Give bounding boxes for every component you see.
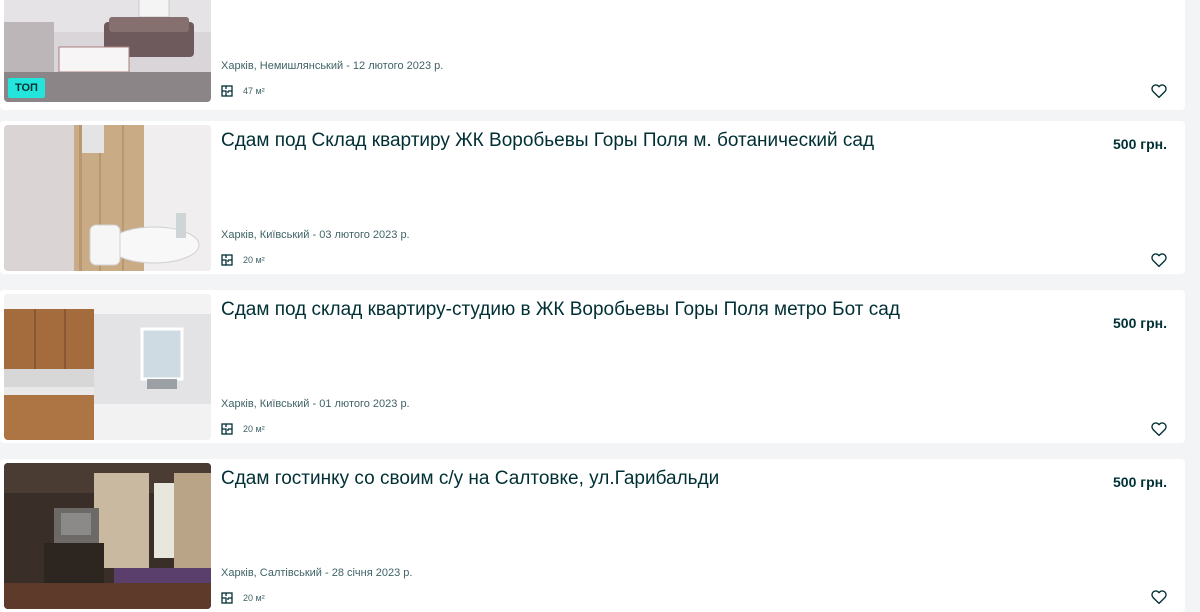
- listing-area-value: 20 м²: [243, 255, 265, 265]
- listing-card[interactable]: Сдам под Склад квартиру ЖК Воробьевы Гор…: [0, 121, 1185, 274]
- listing-location-date: Харків, Київський - 01 лютого 2023 р.: [221, 398, 410, 410]
- heart-outline-icon[interactable]: [1150, 82, 1168, 100]
- heart-outline-icon[interactable]: [1150, 420, 1168, 438]
- floor-plan-icon: [221, 423, 233, 435]
- top-badge: ТОП: [8, 78, 45, 98]
- listing-photo[interactable]: [4, 463, 211, 609]
- studio-kitchen-photo: [4, 294, 211, 440]
- listing-area: 47 м²: [221, 85, 265, 97]
- bathroom-photo: [4, 125, 211, 271]
- listing-card[interactable]: Сдам гостинку со своим с/у на Салтовке, …: [0, 459, 1185, 612]
- listing-area: 20 м²: [221, 423, 265, 435]
- listing-price: 500 грн.: [1113, 315, 1167, 331]
- floor-plan-icon: [221, 85, 233, 97]
- heart-outline-icon[interactable]: [1150, 588, 1168, 606]
- listing-photo[interactable]: [4, 125, 211, 271]
- bedroom-photo: [4, 463, 211, 609]
- listing-price: 500 грн.: [1113, 474, 1167, 490]
- listing-photo[interactable]: ТОП: [4, 0, 211, 102]
- listing-area: 20 м²: [221, 254, 265, 266]
- listing-title[interactable]: Сдам под Склад квартиру ЖК Воробьевы Гор…: [221, 130, 901, 152]
- listing-area-value: 20 м²: [243, 593, 265, 603]
- listing-title[interactable]: Сдам под склад квартиру-студию в ЖК Воро…: [221, 299, 901, 321]
- listing-location-date: Харків, Немишлянський - 12 лютого 2023 р…: [221, 60, 444, 72]
- listing-area-value: 47 м²: [243, 86, 265, 96]
- listing-location-date: Харків, Салтівський - 28 січня 2023 р.: [221, 567, 413, 579]
- floor-plan-icon: [221, 254, 233, 266]
- listing-card[interactable]: ТОП Харків, Немишлянський - 12 лютого 20…: [0, 0, 1185, 110]
- floor-plan-icon: [221, 592, 233, 604]
- listing-area: 20 м²: [221, 592, 265, 604]
- heart-outline-icon[interactable]: [1150, 251, 1168, 269]
- listing-location-date: Харків, Київський - 03 лютого 2023 р.: [221, 229, 410, 241]
- listing-price: 500 грн.: [1113, 136, 1167, 152]
- listing-card[interactable]: Сдам под склад квартиру-студию в ЖК Воро…: [0, 290, 1185, 443]
- listing-title[interactable]: Сдам гостинку со своим с/у на Салтовке, …: [221, 468, 901, 490]
- listing-photo[interactable]: [4, 294, 211, 440]
- listing-area-value: 20 м²: [243, 424, 265, 434]
